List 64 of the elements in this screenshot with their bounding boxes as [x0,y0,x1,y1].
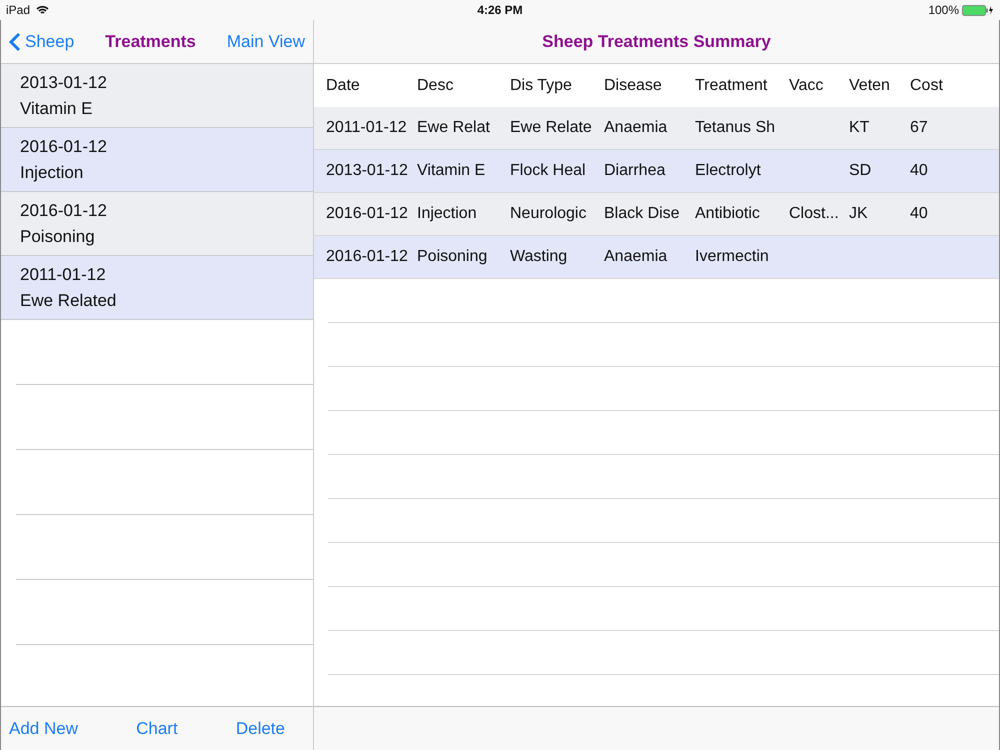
table-cell-text: 2016-01-12 [326,205,409,223]
table-cell-text: Antibiotic [695,205,761,223]
item-date: 2016-01-12 [20,200,108,220]
table-cell-text: Ivermectin [695,248,770,266]
navigation-title: Treatments [105,32,196,52]
table-cell-text: Injection [417,205,478,223]
item-date: 2016-01-12 [20,136,108,156]
item-name: Vitamin E [20,98,94,118]
column-header: Cost [910,76,944,94]
main-view-button[interactable]: Main View [226,32,305,52]
toolbar-button[interactable]: Delete [236,718,285,738]
device-name: iPad [6,3,30,17]
column-header: Treatment [695,76,768,94]
list-item[interactable]: 2016-01-12 Poisoning [1,192,313,256]
chevron-left-icon [9,32,21,52]
table-cell-text: Vitamin E [417,162,486,180]
table-cell-text: 40 [910,205,929,223]
table-cell-text: Wasting [510,248,568,266]
navigation-title: Sheep Treatments Summary [542,32,771,52]
list-item[interactable]: 2013-01-12 Vitamin E [1,64,313,128]
column-header: Dis Type [510,76,573,94]
table-cell-text: 2011-01-12 [326,119,408,137]
table-row[interactable]: 2013-01-12 Vitamin E Flock Heal Diarrhea Electrolyt SD 40 [314,150,999,193]
toolbar-button[interactable]: Chart [136,718,178,738]
item-date: 2013-01-12 [20,72,108,92]
table-cell-text: Tetanus Sh [695,119,776,137]
table-cell-text: Anaemia [604,248,668,266]
list-item[interactable]: 2016-01-12 Injection [1,128,313,192]
wifi-icon [36,5,50,15]
item-name: Poisoning [20,226,96,246]
table-cell-text: Electrolyt [695,162,762,180]
table-cell-text: Ewe Relat [417,119,491,137]
item-date: 2011-01-12 [20,264,107,284]
toolbar-button[interactable]: Add New [9,718,78,738]
clock: 4:26 PM [477,3,523,17]
table-row[interactable]: 2016-01-12 Poisoning Wasting Anaemia Ivermectin [314,236,999,279]
item-name: Ewe Related [20,290,118,310]
table-cell-text: SD [849,162,872,180]
back-button[interactable]: Sheep [9,32,74,52]
table-cell-text: 2016-01-12 [326,248,409,266]
table-cell-text: 40 [910,162,929,180]
column-header: Date [326,76,361,94]
list-item[interactable]: 2011-01-12 Ewe Related [1,256,313,320]
table-cell-text: Poisoning [417,248,488,266]
battery-icon [962,4,994,16]
column-header: Veten [849,76,891,94]
table-cell-text: Black Dise [604,205,681,223]
table-cell-text: Ewe Relate [510,119,593,137]
table-cell-text: 2013-01-12 [326,162,409,180]
column-header: Desc [417,76,454,94]
table-row[interactable]: 2011-01-12 Ewe Relat Ewe Relate Anaemia Tetanus Sh KT 67 [314,107,999,150]
table-cell-text: Flock Heal [510,162,587,180]
table-cell-text: Anaemia [604,119,668,137]
table-cell-text: KT [849,119,870,137]
table-cell-text: JK [849,205,869,223]
table-cell-text: 67 [910,119,929,137]
battery-percent: 100% [928,3,960,17]
item-name: Injection [20,162,84,182]
table-cell-text: Diarrhea [604,162,666,180]
column-header: Disease [604,76,663,94]
table-cell-text: Neurologic [510,205,588,223]
column-header: Vacc [789,76,824,94]
table-cell-text: Clost... [789,205,840,223]
table-row[interactable]: 2016-01-12 Injection Neurologic Black Dise Antibiotic Clost... JK 40 [314,193,999,236]
